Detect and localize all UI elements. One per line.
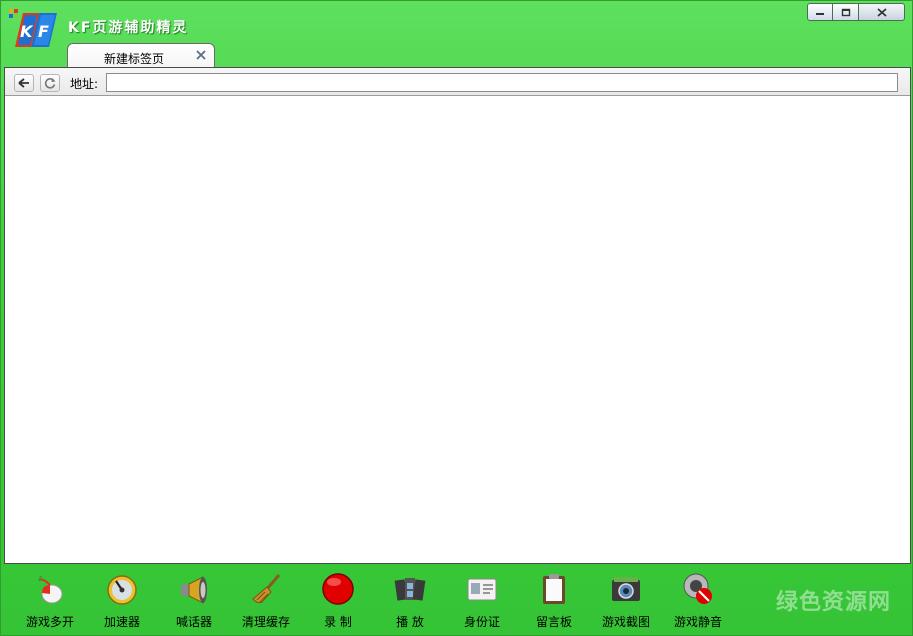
mouse-icon <box>38 575 63 604</box>
broom-icon <box>252 574 281 604</box>
app-window: K F KF页游辅助精灵 新建标签页 地址: 游戏多开 加速器 喊话器 清理缓存… <box>0 0 913 636</box>
window-controls <box>807 3 905 21</box>
tab-close-icon[interactable] <box>195 48 207 62</box>
mute-speaker-icon <box>683 573 712 604</box>
kf-logo-icon: K F <box>9 9 57 47</box>
multi-open-button[interactable]: 游戏多开 <box>14 572 86 630</box>
tab-new-tab[interactable]: 新建标签页 <box>67 43 215 69</box>
minimize-button[interactable] <box>807 3 833 21</box>
accelerator-label: 加速器 <box>103 615 140 629</box>
maximize-icon <box>841 8 850 16</box>
play-label: 播 放 <box>396 615 424 629</box>
megaphone-icon <box>181 576 207 604</box>
record-icon <box>322 573 354 605</box>
close-button[interactable] <box>859 3 905 21</box>
id-card-label: 身份证 <box>463 615 500 629</box>
svg-text:F: F <box>38 22 49 41</box>
film-icon <box>394 578 426 601</box>
refresh-icon <box>44 78 56 89</box>
screenshot-button[interactable]: 游戏截图 <box>590 572 662 630</box>
megaphone-label: 喊话器 <box>175 615 212 629</box>
clear-cache-label: 清理缓存 <box>241 615 290 629</box>
speedometer-icon <box>107 575 137 605</box>
minimize-icon <box>816 13 824 15</box>
clipboard-icon <box>543 574 565 604</box>
close-icon <box>876 7 887 17</box>
back-button[interactable] <box>14 74 34 92</box>
message-board-button[interactable]: 留言板 <box>518 572 590 630</box>
maximize-button[interactable] <box>833 3 859 21</box>
screenshot-label: 游戏截图 <box>601 615 650 629</box>
record-label: 录 制 <box>324 615 352 629</box>
message-board-label: 留言板 <box>535 615 572 629</box>
mute-button[interactable]: 游戏静音 <box>662 572 734 630</box>
id-card-button[interactable]: 身份证 <box>446 572 518 630</box>
id-card-icon <box>467 578 497 601</box>
watermark: 绿色资源网 <box>775 590 891 615</box>
play-button[interactable]: 播 放 <box>374 572 446 630</box>
address-input[interactable] <box>106 73 898 92</box>
browser-frame: 地址: <box>4 67 911 564</box>
clear-cache-button[interactable]: 清理缓存 <box>230 572 302 630</box>
web-page-area[interactable] <box>5 97 910 563</box>
app-title: KF页游辅助精灵 <box>68 20 189 36</box>
address-label: 地址: <box>70 77 99 91</box>
accelerator-button[interactable]: 加速器 <box>86 572 158 630</box>
multi-open-label: 游戏多开 <box>25 615 74 629</box>
record-button[interactable]: 录 制 <box>302 572 374 630</box>
refresh-button[interactable] <box>40 74 60 92</box>
address-bar: 地址: <box>5 68 910 96</box>
arrow-left-icon <box>18 78 29 88</box>
megaphone-button[interactable]: 喊话器 <box>158 572 230 630</box>
svg-text:K: K <box>20 22 34 41</box>
bottom-toolbar: 游戏多开 加速器 喊话器 清理缓存 录 制 播 放 身份证 留言板 游戏截图 游… <box>4 566 911 634</box>
mute-label: 游戏静音 <box>673 615 722 629</box>
camera-icon <box>612 577 640 601</box>
tab-label: 新建标签页 <box>104 52 165 66</box>
